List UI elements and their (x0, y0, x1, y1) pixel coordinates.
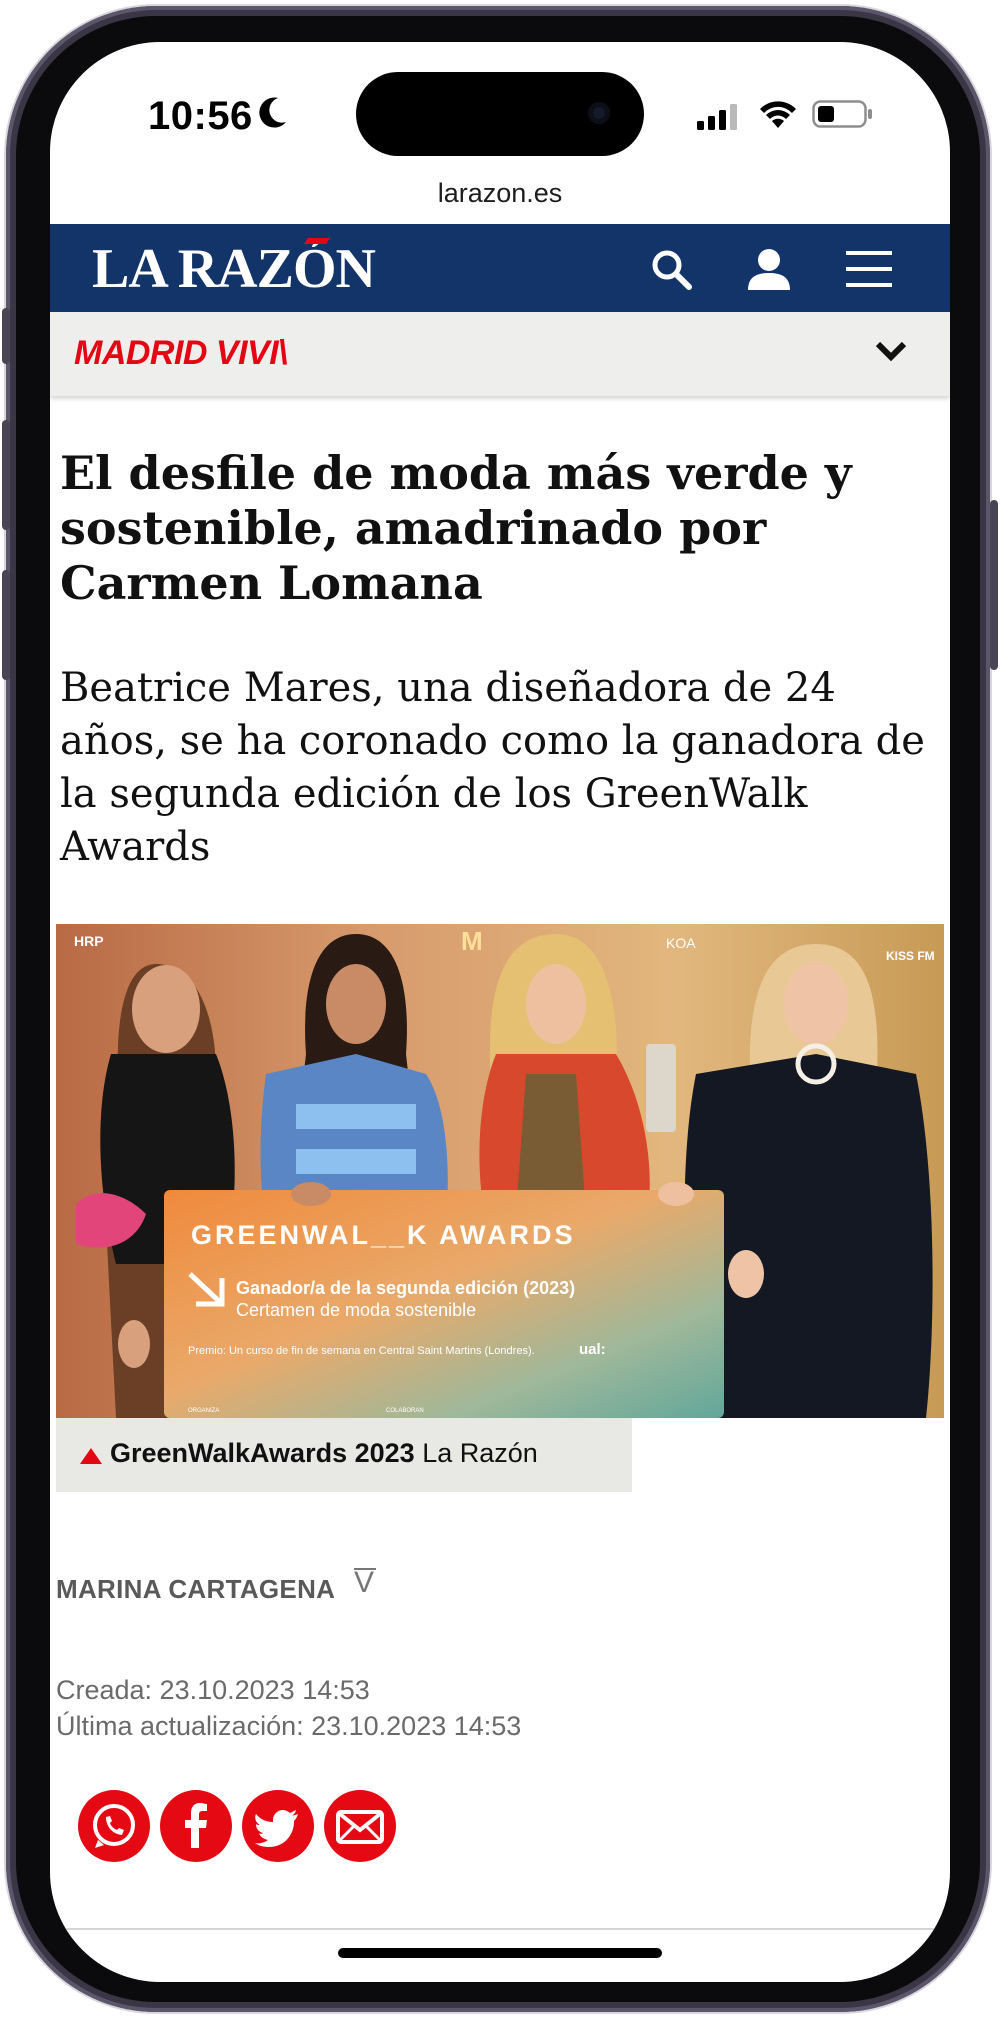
article-author[interactable]: MARINA CARTAGENA (56, 1574, 335, 1605)
article-headline: El desfile de moda más verde y sostenibl… (60, 446, 852, 610)
author-mark: V (354, 1566, 375, 1599)
backdrop-logo-koa: KOA (666, 935, 696, 951)
award-sign-org-label: ORGANIZA (188, 1408, 219, 1414)
share-facebook-button[interactable] (160, 1790, 232, 1862)
front-camera (588, 102, 610, 124)
section-name[interactable]: MADRID VIVI\ (74, 334, 288, 373)
dynamic-island (356, 72, 644, 156)
hero-photo: HRP KOA KISS FM M GREENWAL__K AWARDS Gan… (56, 924, 944, 1418)
moon-icon (259, 97, 286, 128)
battery-icon (812, 100, 872, 128)
caption-source: La Razón (422, 1438, 538, 1468)
chevron-down-icon[interactable] (874, 338, 908, 364)
created-date: Creada: 23.10.2023 14:53 (56, 1675, 370, 1705)
whatsapp-icon (93, 1804, 135, 1848)
share-email-button[interactable] (324, 1790, 396, 1862)
wifi-icon (760, 101, 796, 128)
cellular-signal-icon (697, 104, 737, 130)
volume-up-button (2, 420, 10, 530)
site-header: LA RAZÓN (50, 224, 950, 312)
award-sign-line1: Ganador/a de la segunda edición (2023) (236, 1278, 575, 1298)
section-bar[interactable]: MADRID VIVI\ (50, 312, 950, 396)
award-sign-sponsor: ual: (579, 1341, 606, 1358)
award-sign-line2: Certamen de moda sostenible (236, 1300, 476, 1320)
browser-url[interactable]: larazon.es (50, 178, 950, 209)
award-sign-brand: GREENWAL__K AWARDS (191, 1220, 576, 1250)
svg-text:M: M (461, 926, 483, 956)
status-bar: 10:56 (50, 42, 950, 192)
twitter-icon (255, 1810, 298, 1847)
logo-accent (304, 238, 330, 244)
user-icon[interactable] (746, 246, 792, 292)
share-whatsapp-button[interactable] (78, 1790, 150, 1862)
volume-down-button (2, 570, 10, 680)
updated-date: Última actualización: 23.10.2023 14:53 (56, 1711, 522, 1741)
backdrop-logo-kissfm: KISS FM (886, 949, 935, 963)
email-icon (336, 1810, 384, 1844)
caption-title: GreenWalkAwards 2023 (110, 1438, 415, 1468)
action-button (2, 308, 10, 364)
facebook-icon (185, 1803, 207, 1848)
image-caption: GreenWalkAwards 2023 La Razón (56, 1418, 632, 1492)
article-hero-image[interactable]: HRP KOA KISS FM M GREENWAL__K AWARDS Gan… (56, 924, 944, 1418)
backdrop-logo-hrp: HRP (74, 933, 104, 949)
power-button (990, 500, 998, 670)
award-sign-prize: Premio: Un curso de fin de semana en Cen… (188, 1345, 535, 1357)
article-dates: Creada: 23.10.2023 14:53 Última actualiz… (56, 1672, 521, 1744)
bottom-divider (50, 1928, 950, 1930)
search-icon[interactable] (650, 248, 694, 292)
home-indicator[interactable] (338, 1948, 662, 1958)
site-logo[interactable]: LA RAZÓN (92, 237, 376, 301)
status-time: 10:56 (148, 94, 253, 138)
article-subtitle: Beatrice Mares, una diseñadora de 24 año… (60, 665, 925, 870)
phone-screen: 10:56 larazon.es LA RAZÓN MADRID VIVI\ E… (50, 42, 950, 1982)
award-sign-collab-label: COLABORAN (386, 1408, 424, 1414)
caption-triangle-icon (80, 1448, 102, 1464)
share-twitter-button[interactable] (242, 1790, 314, 1862)
menu-icon[interactable] (846, 250, 892, 288)
